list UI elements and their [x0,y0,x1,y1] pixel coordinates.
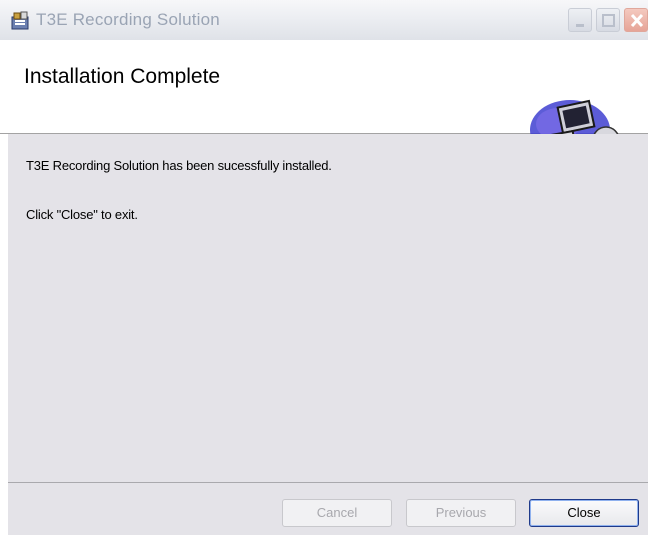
window-title: T3E Recording Solution [36,10,220,29]
page-title: Installation Complete [24,65,221,88]
minimize-button[interactable] [568,8,592,32]
content-area: T3E Recording Solution has been sucessfu… [8,134,648,482]
exit-instruction: Click "Close" to exit. [26,207,138,222]
maximize-icon [602,14,615,27]
installer-app-icon [10,11,32,31]
previous-button[interactable]: Previous [406,499,516,527]
header-banner: Installation Complete [0,40,648,160]
button-bar: Cancel Previous Close [8,482,648,535]
close-button[interactable]: Close [529,499,639,527]
installer-window: T3E Recording Solution Installation Comp… [0,0,648,535]
title-bar[interactable]: T3E Recording Solution [0,0,648,40]
maximize-button[interactable] [596,8,620,32]
close-window-button[interactable] [624,8,648,32]
success-message: T3E Recording Solution has been sucessfu… [26,158,332,173]
close-icon [630,13,644,28]
minimize-icon [576,24,584,27]
cancel-button[interactable]: Cancel [282,499,392,527]
